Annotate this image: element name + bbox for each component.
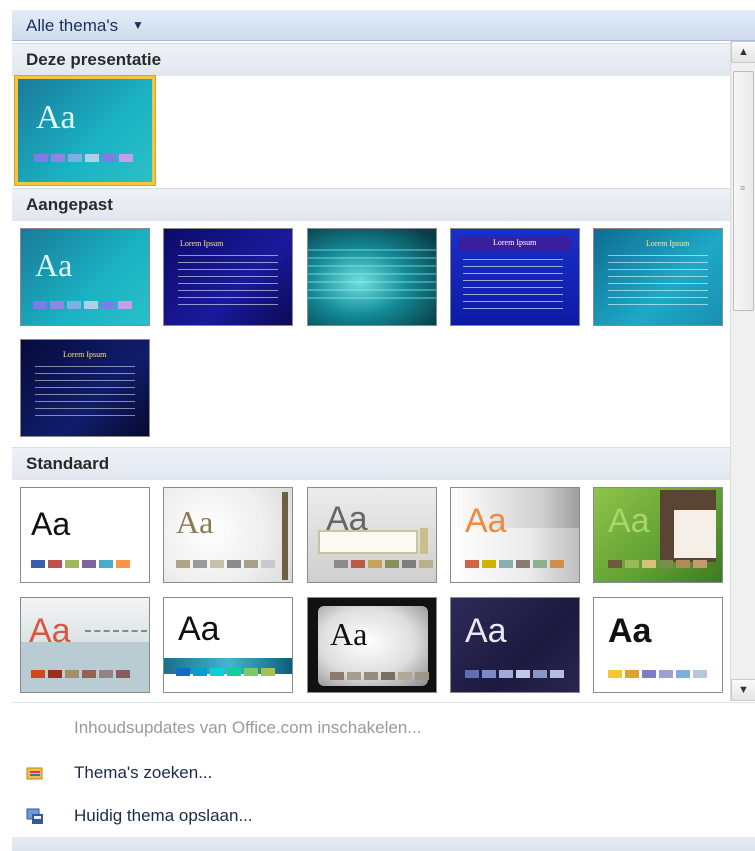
chevron-down-icon: ▼ <box>132 18 144 32</box>
color-swatches <box>176 668 275 676</box>
color-swatches <box>31 560 130 568</box>
menu-item-label: Thema's zoeken... <box>74 763 213 782</box>
theme-thumb-title: Lorem Ipsum <box>493 238 537 247</box>
section-title-custom: Aangepast <box>26 195 113 214</box>
color-swatches <box>334 560 433 568</box>
theme-thumb-flow[interactable]: Aa <box>163 597 293 693</box>
theme-thumb-median[interactable]: Aa <box>450 597 580 693</box>
theme-thumb-custom-1[interactable]: Aa <box>20 228 150 326</box>
color-swatches <box>176 560 275 568</box>
theme-thumb-sample: Aa <box>465 612 507 650</box>
thumb-light-block <box>674 510 716 558</box>
theme-thumb-sample: Aa <box>178 610 220 648</box>
theme-thumb-sample: Aa <box>29 612 71 650</box>
section-header-custom: Aangepast <box>12 188 730 221</box>
theme-thumb-sample: Aa <box>176 504 214 540</box>
thumb-text-lines <box>608 255 708 310</box>
section-title-standard: Standaard <box>26 454 110 473</box>
theme-thumb-custom-2[interactable]: Lorem Ipsum <box>163 228 293 326</box>
theme-thumb-title: Lorem Ipsum <box>646 239 690 248</box>
open-folder-icon <box>26 764 44 782</box>
color-swatches <box>34 154 133 162</box>
resize-grip-bar <box>12 837 755 851</box>
scroll-down-button[interactable]: ▼ <box>731 679 755 701</box>
thumb-dashed-line <box>85 630 147 632</box>
theme-thumb-concourse[interactable]: Aa <box>593 487 723 583</box>
theme-thumb-custom-3[interactable] <box>307 228 437 326</box>
thumb-accent-bar <box>420 528 428 554</box>
color-swatches <box>330 672 429 680</box>
theme-thumb-office[interactable]: Aa <box>20 487 150 583</box>
theme-thumb-current[interactable]: Aa <box>15 76 155 185</box>
theme-thumb-apex[interactable]: Aa <box>163 487 293 583</box>
theme-thumb-sample: Aa <box>36 99 76 136</box>
theme-thumb-foundry[interactable]: Aa <box>307 597 437 693</box>
color-swatches <box>33 301 132 309</box>
theme-thumb-title: Lorem Ipsum <box>63 350 107 359</box>
thumb-accent-bar <box>282 492 288 580</box>
section-header-standard: Standaard <box>12 447 730 480</box>
theme-menu-footer: Inhoudsupdates van Office.com inschakele… <box>12 702 755 838</box>
theme-thumb-equity[interactable]: Aa <box>20 597 150 693</box>
theme-thumb-custom-6[interactable]: Lorem Ipsum <box>20 339 150 437</box>
theme-thumb-civic[interactable]: Aa <box>450 487 580 583</box>
theme-thumb-sample: Aa <box>330 616 368 652</box>
theme-thumb-custom-4[interactable]: Lorem Ipsum <box>450 228 580 326</box>
theme-filter-label: Alle thema's <box>26 16 119 35</box>
theme-thumb-aspect[interactable]: Aa <box>307 487 437 583</box>
left-margin <box>0 0 12 851</box>
theme-thumb-sample: Aa <box>608 502 650 540</box>
menu-item-browse-themes[interactable]: Thema's zoeken... <box>12 758 755 788</box>
menu-item-enable-updates: Inhoudsupdates van Office.com inschakele… <box>12 713 755 743</box>
thumb-title-box <box>318 530 418 554</box>
color-swatches <box>608 560 707 568</box>
theme-filter-dropdown[interactable]: Alle thema's ▼ <box>12 10 755 41</box>
scroll-thumb[interactable]: ≡ <box>733 71 754 311</box>
color-swatches <box>465 670 564 678</box>
section-title-current: Deze presentatie <box>26 50 162 69</box>
menu-item-label: Inhoudsupdates van Office.com inschakele… <box>74 718 422 737</box>
theme-thumb-sample: Aa <box>608 612 652 650</box>
scroll-up-button[interactable]: ▲ <box>731 41 755 63</box>
color-swatches <box>465 560 564 568</box>
theme-thumb-sample: Aa <box>35 247 73 283</box>
thumb-text-lines <box>463 259 563 314</box>
thumb-text-lines <box>35 366 135 421</box>
theme-thumb-custom-5[interactable]: Lorem Ipsum <box>593 228 723 326</box>
theme-thumb-sample: Aa <box>465 502 507 540</box>
grip-icon: ≡ <box>740 183 746 193</box>
thumb-texture <box>308 249 436 299</box>
color-swatches <box>608 670 707 678</box>
save-theme-icon <box>26 807 44 825</box>
color-swatches <box>31 670 130 678</box>
theme-thumb-title: Lorem Ipsum <box>180 239 224 248</box>
menu-item-save-theme[interactable]: Huidig thema opslaan... <box>12 801 755 831</box>
section-header-current: Deze presentatie <box>12 43 730 76</box>
theme-thumb-sample: Aa <box>31 506 71 542</box>
vertical-scrollbar[interactable]: ▲ ≡ ▼ <box>730 41 755 701</box>
theme-thumb-metro[interactable]: Aa <box>593 597 723 693</box>
thumb-text-lines <box>178 255 278 310</box>
menu-item-label: Huidig thema opslaan... <box>74 806 253 825</box>
